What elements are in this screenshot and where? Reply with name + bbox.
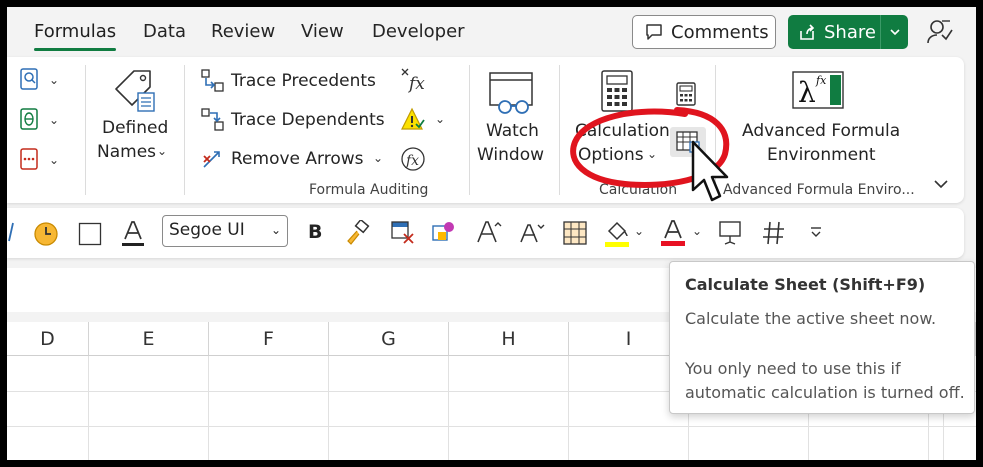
decrease-font-size-icon[interactable] <box>519 221 545 245</box>
watch-window-label-2[interactable]: Window <box>477 145 544 165</box>
ribbon-separator <box>85 65 86 195</box>
advanced-formula-group-label: Advanced Formula Enviro... <box>723 182 915 198</box>
format-toolbar: Segoe UI ⌄ B ⌄ ⌄ <box>7 208 964 258</box>
ribbon-separator <box>184 65 185 195</box>
col-line <box>448 356 449 460</box>
border-box-icon[interactable] <box>78 222 102 246</box>
col-line <box>88 356 89 460</box>
watch-window-label-1[interactable]: Watch <box>486 121 539 141</box>
comments-label: Comments <box>671 21 769 43</box>
mouse-pointer-icon <box>691 140 729 202</box>
number-format-hash-icon[interactable] <box>762 220 786 246</box>
calculate-sheet-tooltip: Calculate Sheet (Shift+F9) Calculate the… <box>669 261 975 414</box>
fill-color-bucket-icon[interactable] <box>604 220 630 248</box>
share-label: Share <box>824 21 876 43</box>
trace-dependents-button[interactable]: Trace Dependents <box>231 110 385 130</box>
tab-review[interactable]: Review <box>211 21 275 42</box>
chevron-down-icon[interactable]: ⌄ <box>49 73 59 87</box>
font-name-select[interactable]: Segoe UI ⌄ <box>162 215 288 247</box>
chevron-down-icon[interactable]: ⌄ <box>49 153 59 167</box>
row-line <box>7 426 976 427</box>
advanced-formula-label-1[interactable]: Advanced Formula <box>742 121 900 141</box>
error-checking-icon[interactable] <box>400 107 426 133</box>
formula-auditing-group-label: Formula Auditing <box>309 182 429 198</box>
share-button[interactable]: Share <box>788 15 908 49</box>
ribbon-expand-chevron-icon[interactable] <box>933 178 949 190</box>
share-main[interactable]: Share <box>788 15 880 49</box>
advanced-formula-label-2[interactable]: Environment <box>767 145 876 165</box>
ribbon-panel: ⌄ ⌄ ⌄ Defined Names ⌄ Trace Precedents T… <box>7 57 964 203</box>
chevron-down-icon[interactable]: ⌄ <box>435 112 445 126</box>
col-line <box>328 356 329 460</box>
ribbon-separator <box>559 65 560 195</box>
chevron-down-icon[interactable]: ⌄ <box>647 147 657 161</box>
more-functions-icon[interactable] <box>19 147 41 171</box>
svg-text:fx: fx <box>407 74 425 93</box>
remove-arrows-button[interactable]: Remove Arrows <box>231 149 364 169</box>
font-color-icon[interactable] <box>660 219 686 247</box>
remove-arrows-icon[interactable] <box>201 147 225 171</box>
increase-font-size-icon[interactable] <box>475 219 503 245</box>
svg-text:fx: fx <box>815 74 827 87</box>
presentation-board-icon[interactable] <box>718 220 742 246</box>
chevron-down-icon[interactable]: ⌄ <box>634 224 644 238</box>
col-line <box>208 356 209 460</box>
calculation-options-calculator-icon[interactable] <box>600 69 634 113</box>
defined-names-tag-icon[interactable] <box>110 65 160 115</box>
font-color-a-icon[interactable] <box>120 220 146 248</box>
chevron-down-icon[interactable]: ⌄ <box>49 113 59 127</box>
show-formulas-icon[interactable]: fx <box>400 67 426 93</box>
presence-person-icon[interactable] <box>926 18 954 46</box>
calculate-now-icon[interactable] <box>675 81 697 107</box>
tooltip-title: Calculate Sheet (Shift+F9) <box>685 275 926 294</box>
tab-data[interactable]: Data <box>143 21 186 42</box>
bold-button[interactable]: B <box>308 221 322 243</box>
calculation-options-label-2[interactable]: Options <box>578 145 644 165</box>
column-header-d[interactable]: D <box>7 322 89 356</box>
comment-icon <box>646 24 662 40</box>
share-dropdown[interactable] <box>880 15 908 49</box>
chevron-down-icon[interactable]: ⌄ <box>157 144 167 158</box>
active-tab-indicator <box>34 48 116 51</box>
chevron-down-icon[interactable]: ⌄ <box>692 224 702 238</box>
clear-format-icon[interactable] <box>390 220 416 246</box>
trace-dependents-icon[interactable] <box>201 108 225 132</box>
clock-icon[interactable] <box>33 221 59 247</box>
tab-view[interactable]: View <box>301 21 344 42</box>
column-header-e[interactable]: E <box>89 322 209 356</box>
col-line <box>568 356 569 460</box>
tab-formulas[interactable]: Formulas <box>34 21 116 42</box>
watch-window-glasses-icon[interactable] <box>487 71 537 117</box>
share-icon <box>800 24 815 40</box>
cell-styles-icon[interactable] <box>430 220 456 246</box>
toolbar-overflow-icon[interactable] <box>809 226 823 238</box>
svg-text:fx: fx <box>405 153 419 169</box>
chevron-down-icon <box>889 29 900 36</box>
font-name-value: Segoe UI <box>169 220 245 240</box>
defined-names-label-2[interactable]: Names <box>97 142 156 162</box>
math-trig-icon[interactable] <box>19 107 41 131</box>
column-header-g[interactable]: G <box>329 322 449 356</box>
comments-button[interactable]: Comments <box>632 15 776 49</box>
tooltip-description: Calculate the active sheet now. <box>685 309 937 328</box>
tab-developer[interactable]: Developer <box>372 21 465 42</box>
defined-names-label-1[interactable]: Defined <box>102 118 168 138</box>
calculation-group-label: Calculation <box>599 182 678 198</box>
ribbon-separator <box>469 65 470 195</box>
calculation-options-label-1[interactable]: Calculation <box>575 121 670 141</box>
chevron-down-icon: ⌄ <box>270 223 281 237</box>
trace-precedents-icon[interactable] <box>201 69 225 93</box>
tooltip-note: You only need to use this if automatic c… <box>685 359 965 402</box>
partial-tool-icon[interactable] <box>7 221 15 243</box>
evaluate-formula-icon[interactable]: fx <box>400 146 426 172</box>
borders-grid-icon[interactable] <box>563 221 587 245</box>
svg-text:λ: λ <box>798 76 816 109</box>
advanced-formula-lambda-icon[interactable]: λ fx <box>792 71 844 109</box>
lookup-icon[interactable] <box>19 67 41 91</box>
trace-precedents-button[interactable]: Trace Precedents <box>231 71 376 91</box>
column-header-h[interactable]: H <box>449 322 569 356</box>
format-painter-icon[interactable] <box>345 220 371 246</box>
chevron-down-icon[interactable]: ⌄ <box>373 151 383 165</box>
column-header-f[interactable]: F <box>209 322 329 356</box>
